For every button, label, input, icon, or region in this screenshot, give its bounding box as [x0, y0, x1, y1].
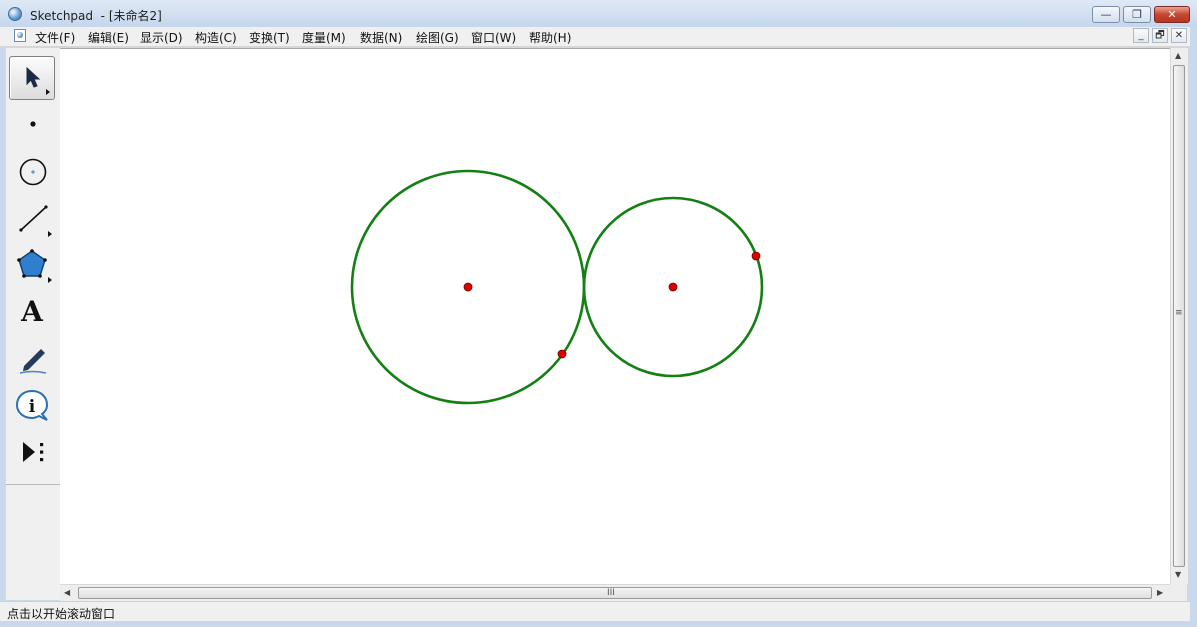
menu-transform[interactable]: 变换(T) [249, 29, 290, 46]
doc-minimize-icon: _ [1138, 30, 1144, 41]
restore-icon: ❐ [1132, 8, 1142, 21]
sketchpad-app-icon[interactable] [8, 7, 22, 21]
menu-bar: 文件(F) 编辑(E) 显示(D) 构造(C) 变换(T) 度量(M) 数据(N… [0, 27, 1197, 47]
compass-circle-icon [19, 158, 47, 186]
minimize-button[interactable]: — [1092, 6, 1120, 23]
horizontal-grip-icon: III [607, 588, 615, 598]
selection-arrow-tool[interactable] [9, 56, 55, 100]
small-circle-center-point[interactable] [668, 282, 678, 292]
restore-button[interactable]: ❐ [1123, 6, 1151, 23]
window-frame-bottom [0, 621, 1197, 627]
toolbox-separator [6, 484, 60, 485]
horizontal-scrollbar[interactable]: ◀ III ▶ [60, 584, 1170, 602]
arrow-cursor-icon [26, 66, 50, 95]
compass-tool[interactable] [9, 149, 55, 193]
document-icon[interactable] [14, 29, 26, 42]
information-glyph: i [29, 397, 36, 417]
menu-edit[interactable]: 编辑(E) [88, 29, 129, 46]
menu-display[interactable]: 显示(D) [140, 29, 183, 46]
scroll-corner [1170, 584, 1187, 601]
point-tool[interactable] [9, 102, 55, 146]
menu-window[interactable]: 窗口(W) [471, 29, 516, 46]
menu-file[interactable]: 文件(F) [35, 29, 75, 46]
doc-minimize-button[interactable]: _ [1133, 28, 1149, 43]
pentagon-icon [17, 249, 52, 283]
close-button[interactable]: ✕ [1154, 6, 1190, 23]
marker-tool[interactable] [9, 336, 55, 380]
scroll-left-arrow-icon[interactable]: ◀ [64, 588, 70, 597]
scroll-right-arrow-icon[interactable]: ▶ [1157, 588, 1163, 597]
menu-data[interactable]: 数据(N) [360, 29, 402, 46]
vertical-scroll-thumb[interactable]: ≡ [1173, 65, 1185, 567]
menu-help[interactable]: 帮助(H) [529, 29, 571, 46]
doc-close-icon: ✕ [1174, 30, 1184, 41]
large-circle-center-point[interactable] [463, 282, 473, 292]
status-text: 点击以开始滚动窗口 [7, 607, 116, 621]
play-custom-tools-icon [23, 442, 44, 462]
vertical-grip-icon: ≡ [1175, 308, 1183, 318]
small-circle-radius-point[interactable] [751, 251, 761, 261]
status-bar: 点击以开始滚动窗口 [0, 601, 1190, 622]
menu-construct[interactable]: 构造(C) [195, 29, 237, 46]
scroll-down-arrow-icon[interactable]: ▼ [1175, 570, 1181, 579]
line-segment-icon [19, 205, 52, 237]
text-tool[interactable]: A [9, 289, 55, 333]
information-tool[interactable]: i [9, 383, 55, 427]
custom-tool[interactable] [9, 430, 55, 474]
window-title: Sketchpad - [未命名2] [30, 9, 162, 23]
title-bar: Sketchpad - [未命名2] — ❐ ✕ [0, 0, 1197, 29]
doc-restore-icon: 🗗 [1155, 30, 1165, 41]
text-a-icon: A [21, 294, 43, 328]
window-frame-right [1190, 27, 1197, 627]
close-icon: ✕ [1167, 8, 1177, 21]
minimize-icon: — [1100, 8, 1112, 21]
marker-pen-icon [19, 349, 47, 374]
polygon-tool[interactable] [9, 242, 55, 286]
doc-close-button[interactable]: ✕ [1171, 28, 1187, 43]
straightedge-tool[interactable] [9, 196, 55, 240]
vertical-scrollbar[interactable]: ▲ ≡ ▼ [1170, 48, 1188, 584]
menu-measure[interactable]: 度量(M) [302, 29, 346, 46]
point-icon [30, 121, 36, 127]
sketch-canvas[interactable] [60, 48, 1170, 585]
toolbox: A i [5, 48, 61, 600]
scroll-up-arrow-icon[interactable]: ▲ [1175, 51, 1181, 60]
large-circle-radius-point[interactable] [557, 349, 567, 359]
menu-graph[interactable]: 绘图(G) [416, 29, 459, 46]
sketch-drawing[interactable] [60, 49, 1170, 585]
doc-restore-button[interactable]: 🗗 [1152, 28, 1168, 43]
horizontal-scroll-thumb[interactable]: III [78, 587, 1152, 599]
information-icon: i [15, 389, 49, 421]
